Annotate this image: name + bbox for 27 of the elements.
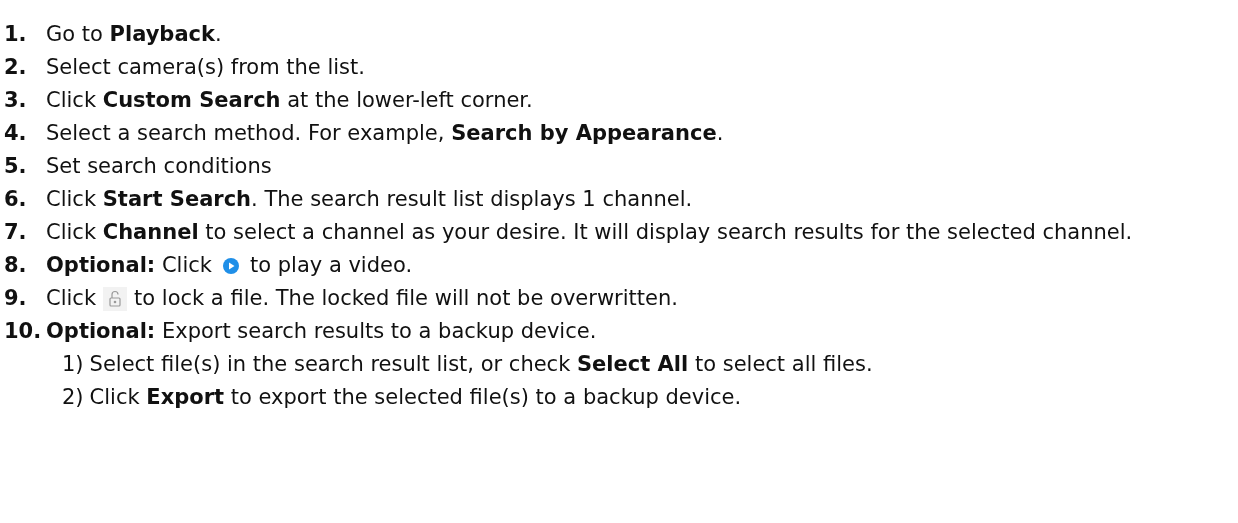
step-text: Click Start Search. The search result list displays 1 channel. [46,186,694,213]
substep-number: 2) [62,384,84,411]
step-text: Click Channel to select a channel as your desire. It will display search results for the selected channel. [46,219,1134,246]
unlocked-padlock-icon [103,286,128,311]
step-text: to lock a file. The locked file will not be overwritten. [134,285,678,312]
step-text: Optional: Click [46,252,212,279]
step-number: 3. [4,87,28,114]
substep-text: Click Export to export the selected file(s) to a backup device. [89,384,742,411]
step-number: 2. [4,54,28,81]
step-text: Set search conditions [46,153,273,180]
step-number: 8. [4,252,28,279]
step-number: 6. [4,186,28,213]
step-number: 9. [4,285,28,312]
step-text: Go to Playback. [46,21,223,48]
substep-number: 1) [62,351,84,378]
step-text: Select a search method. For example, Search by Appearance. [46,120,725,147]
step-text: Optional: Export search results to a backup device. [46,318,598,345]
step-number: 7. [4,219,28,246]
step-text: Click Custom Search at the lower-left corner. [46,87,534,114]
step-text: Select camera(s) from the list. [46,54,366,81]
step-number: 10. [4,318,43,345]
substep-text: Select file(s) in the search result list, or check Select All to select all files. [89,351,873,378]
step-text: to play a video. [250,252,413,279]
step-number: 4. [4,120,28,147]
step-text: Click [46,285,97,312]
step-number: 1. [4,21,28,48]
step-number: 5. [4,153,28,180]
